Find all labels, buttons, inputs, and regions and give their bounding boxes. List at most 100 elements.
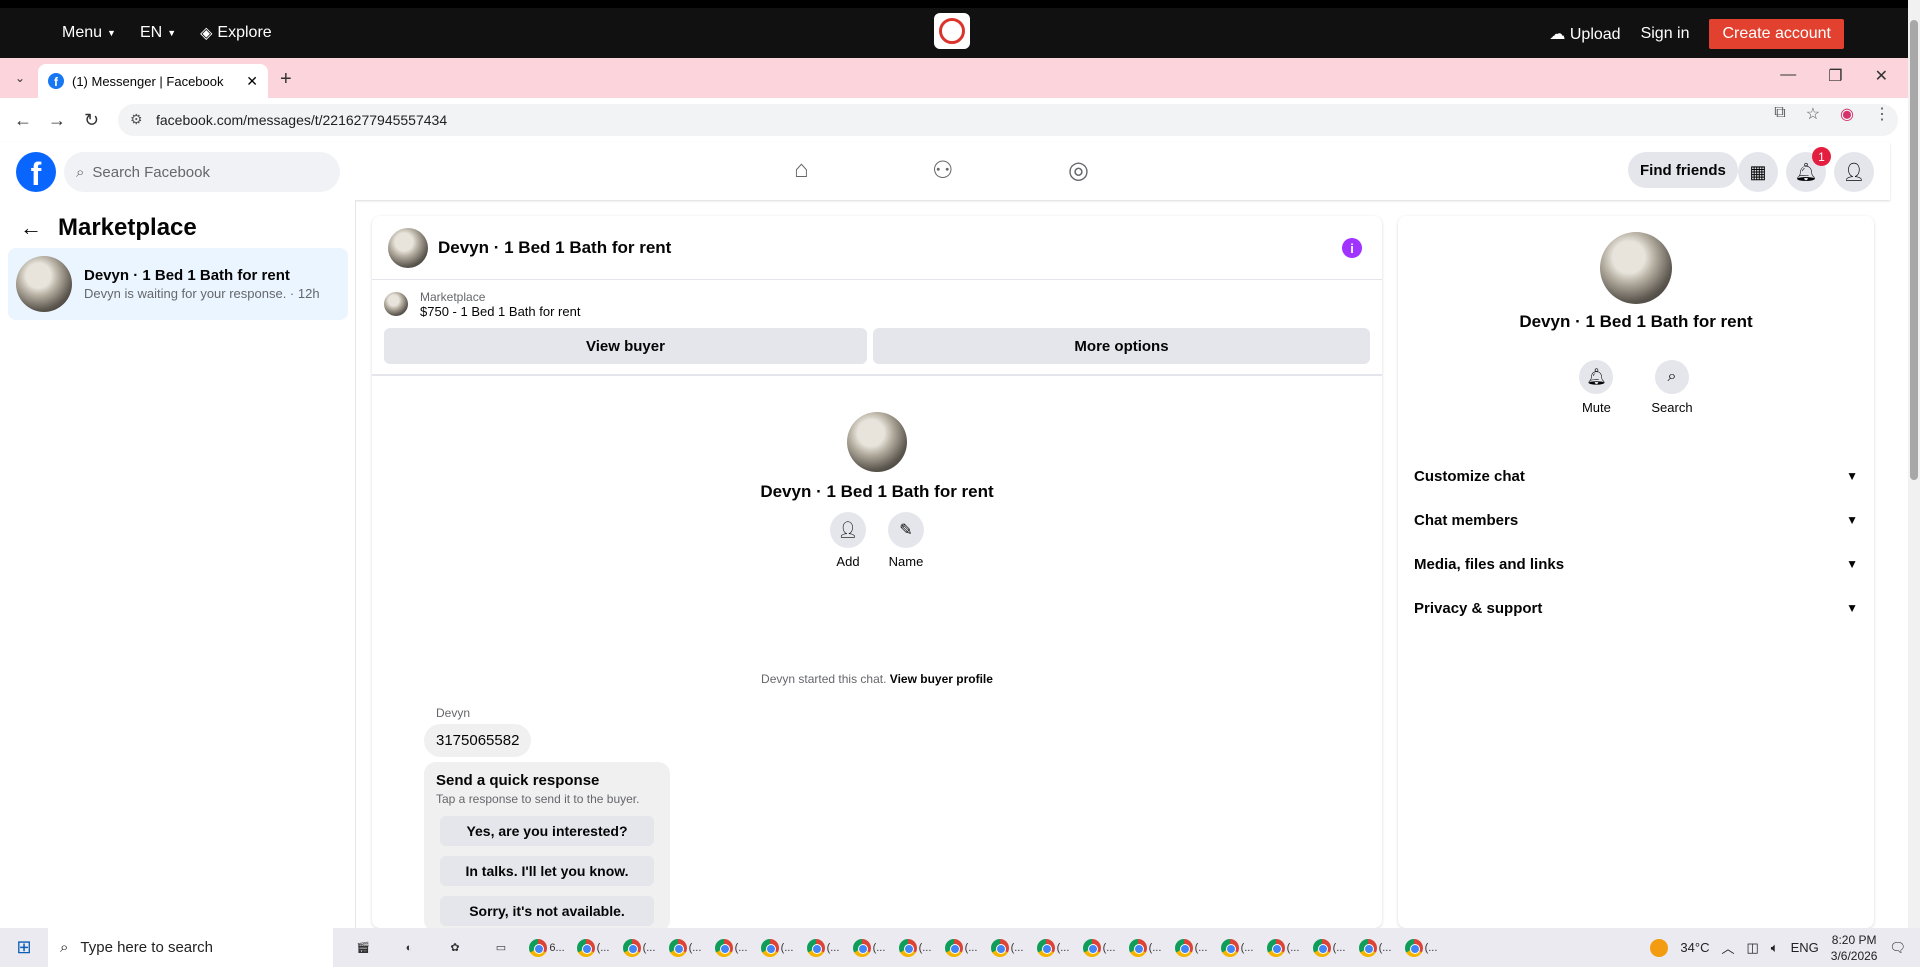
explore-link[interactable]: ◈ Explore [200, 23, 272, 43]
mute-button[interactable]: 🔔︎ Mute [1579, 360, 1614, 415]
message-bubble[interactable]: 3175065582 [424, 724, 532, 757]
create-account-button[interactable]: Create account [1709, 19, 1844, 49]
input-language[interactable]: ENG [1791, 940, 1819, 955]
taskbar-chrome-window[interactable]: (... [847, 931, 891, 965]
menu-dropdown[interactable]: Menu ▼ [62, 24, 116, 42]
taskbar-chrome-window[interactable]: (... [1169, 931, 1213, 965]
taskbar-chrome-window[interactable]: (... [939, 931, 983, 965]
chat-members-section[interactable]: Chat members ▼ [1414, 498, 1858, 542]
conversation-avatar [16, 256, 72, 312]
taskbar-chrome-window[interactable]: (... [1307, 931, 1351, 965]
app-icon[interactable]: ✿ [433, 931, 477, 965]
chrome-icon [1220, 938, 1239, 957]
taskbar-chrome-window[interactable]: (... [1031, 931, 1075, 965]
notification-center-icon[interactable]: 🗨︎ [1889, 940, 1906, 956]
taskbar-chrome-window[interactable]: (... [1353, 931, 1397, 965]
taskbar-chrome-window[interactable]: (... [755, 931, 799, 965]
facebook-logo-icon[interactable]: f [16, 152, 56, 192]
account-avatar-icon[interactable]: 👤︎ [1834, 152, 1874, 192]
conversation-item[interactable]: Devyn · 1 Bed 1 Bath for rent Devyn is w… [8, 248, 348, 320]
taskbar-chrome-window[interactable]: (... [985, 931, 1029, 965]
back-arrow-icon[interactable]: ← [14, 110, 32, 131]
profile-icon[interactable]: ◉ [1840, 104, 1854, 124]
groups-icon[interactable]: ◎ [1068, 156, 1089, 185]
bookmark-star-icon[interactable]: ☆ [1806, 104, 1820, 124]
taskbar-window-label: (... [1056, 941, 1070, 954]
chrome-icon [576, 938, 595, 957]
media-files-links-section[interactable]: Media, files and links ▼ [1414, 542, 1858, 586]
quick-response-option[interactable]: Yes, are you interested? [440, 816, 654, 846]
privacy-support-section[interactable]: Privacy & support ▼ [1414, 586, 1858, 630]
intro-avatar [847, 412, 907, 472]
volume-icon[interactable]: 🔈︎ [1771, 940, 1779, 956]
weather-temp[interactable]: 34°C [1680, 940, 1709, 955]
taskbar-chrome-window[interactable]: (... [893, 931, 937, 965]
customize-chat-section[interactable]: Customize chat ▼ [1414, 454, 1858, 498]
edit-name-button[interactable]: ✎ Name [888, 512, 924, 569]
taskbar-chrome-window[interactable]: (... [1123, 931, 1167, 965]
taskbar-chrome-window[interactable]: (... [801, 931, 845, 965]
file-explorer-icon[interactable]: ▭ [479, 931, 523, 965]
restore-icon[interactable]: ❐ [1828, 66, 1842, 86]
taskbar-chrome-window[interactable]: (... [709, 931, 753, 965]
chevron-down-icon: ▼ [1846, 513, 1858, 527]
more-options-button[interactable]: More options [873, 328, 1370, 364]
quick-response-option[interactable]: In talks. I'll let you know. [440, 856, 654, 886]
signin-link[interactable]: Sign in [1641, 25, 1690, 43]
find-friends-button[interactable]: Find friends [1628, 152, 1738, 188]
taskbar-search-input[interactable]: ⌕ Type here to search [48, 928, 333, 967]
taskbar-chrome-window[interactable]: (... [617, 931, 661, 965]
taskbar-chrome-window[interactable]: (... [663, 931, 707, 965]
view-buyer-button[interactable]: View buyer [384, 328, 867, 364]
taskbar-chrome-window[interactable]: 6... [525, 931, 569, 965]
windows-start-icon[interactable]: ⊞ [0, 928, 48, 967]
edge-icon[interactable]: ◐ [387, 931, 431, 965]
weather-icon[interactable] [1650, 938, 1669, 957]
friends-icon[interactable]: ⚇ [932, 156, 954, 185]
search-in-chat-button[interactable]: ⌕ Search [1651, 360, 1693, 415]
scrollbar-thumb[interactable] [1910, 20, 1918, 480]
quick-response-option[interactable]: Sorry, it's not available. [440, 896, 654, 926]
browser-tab[interactable]: f (1) Messenger | Facebook ✕ [38, 64, 268, 98]
install-app-icon[interactable]: ⧉ [1774, 104, 1785, 124]
explore-label: Explore [217, 24, 272, 41]
tray-chevron-icon[interactable]: ︿ [1721, 938, 1734, 957]
taskbar-window-label: (... [1240, 941, 1254, 954]
upload-button[interactable]: ☁ Upload [1549, 24, 1620, 44]
tab-search-dropdown-icon[interactable]: ⌄ [8, 66, 32, 90]
chat-avatar[interactable] [388, 227, 428, 268]
listing-summary[interactable]: Marketplace $750 - 1 Bed 1 Bath for rent [372, 280, 1382, 328]
network-icon[interactable]: ◫ [1746, 940, 1758, 956]
clapper-icon[interactable]: 🎬︎ [341, 931, 385, 965]
site-info-icon[interactable]: ⚙ [130, 111, 143, 128]
taskbar-chrome-window[interactable]: (... [1399, 931, 1443, 965]
language-dropdown[interactable]: EN ▼ [140, 24, 176, 42]
taskbar-chrome-window[interactable]: (... [1215, 931, 1259, 965]
view-buyer-profile-link[interactable]: View buyer profile [890, 672, 993, 686]
facebook-search-input[interactable]: ⌕ Search Facebook [64, 152, 340, 192]
add-people-button[interactable]: 👤︎ Add [830, 512, 866, 569]
forward-arrow-icon[interactable]: → [48, 110, 66, 131]
chrome-icon [852, 938, 871, 957]
close-tab-icon[interactable]: ✕ [246, 73, 258, 90]
taskbar-window-label: (... [780, 941, 794, 954]
home-icon[interactable]: ⌂ [794, 156, 809, 184]
back-arrow-icon[interactable]: ← [20, 215, 42, 241]
taskbar-chrome-window[interactable]: (... [1261, 931, 1305, 965]
taskbar-chrome-window[interactable]: (... [571, 931, 615, 965]
close-window-icon[interactable]: ✕ [1875, 66, 1888, 86]
taskbar-clock[interactable]: 8:20 PM 3/6/2026 [1831, 932, 1878, 964]
new-tab-icon[interactable]: + [280, 68, 292, 91]
taskbar-chrome-window[interactable]: (... [1077, 931, 1121, 965]
url-field[interactable]: ⚙ facebook.com/messages/t/22162779455574… [118, 104, 1898, 136]
info-icon[interactable]: i [1342, 238, 1362, 258]
kebab-menu-icon[interactable]: ⋮ [1874, 104, 1890, 124]
reload-icon[interactable]: ↻ [84, 110, 99, 131]
page-scrollbar[interactable] [1908, 0, 1920, 928]
pencil-icon: ✎ [888, 512, 924, 548]
chat-title[interactable]: Devyn · 1 Bed 1 Bath for rent [438, 238, 671, 258]
app-grid-icon[interactable]: ▦ [1738, 152, 1778, 192]
site-logo[interactable] [934, 13, 970, 49]
minimize-icon[interactable]: — [1780, 66, 1796, 86]
taskbar-window-label: (... [734, 941, 748, 954]
